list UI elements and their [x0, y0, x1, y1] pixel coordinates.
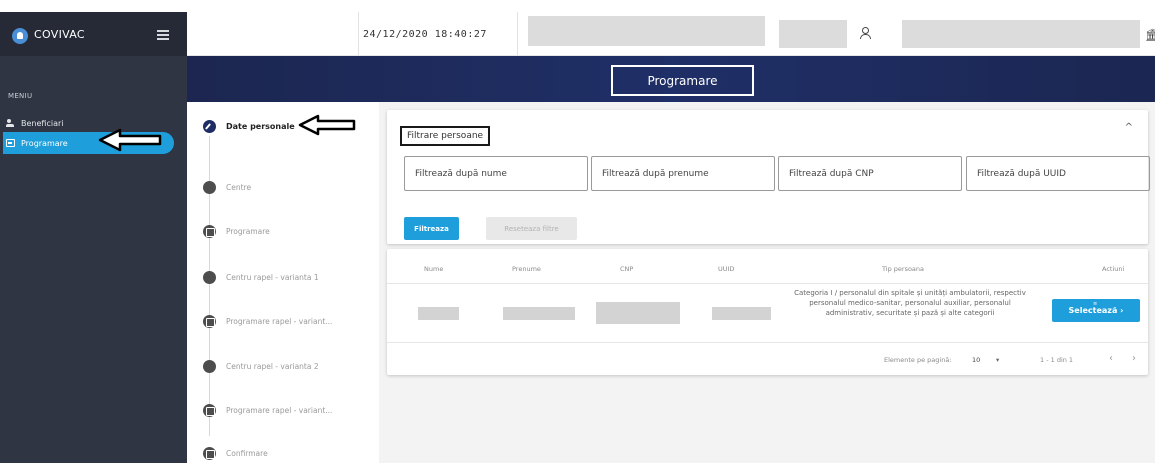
- prev-page-icon[interactable]: ‹: [1109, 353, 1113, 364]
- step-label: Programare rapel - variant...: [226, 405, 333, 415]
- column-header: Prenume: [512, 265, 541, 273]
- step-label: Centre: [226, 182, 252, 192]
- step-date-personale[interactable]: Date personale: [203, 118, 295, 134]
- pagination-range: 1 - 1 din 1: [1040, 356, 1074, 364]
- filter-card: Filtrare persoane ^ Filtrează după nume …: [387, 110, 1150, 244]
- step-programare[interactable]: Programare: [203, 223, 270, 239]
- building-icon: [203, 270, 216, 284]
- chevron-up-icon[interactable]: ^: [1125, 122, 1133, 133]
- stepper: Date personale Centre Programare Centru …: [187, 102, 379, 463]
- sidebar: COVIVAC MENIU Beneficiari Programare: [0, 12, 187, 463]
- header-empty-cell: [187, 12, 359, 56]
- header-redacted-user: [779, 20, 847, 48]
- calendar-icon: [6, 139, 15, 147]
- annotation-arrow-left-icon: [98, 128, 162, 152]
- filter-name-input[interactable]: Filtrează după nume: [404, 156, 588, 191]
- step-centre[interactable]: Centre: [203, 179, 251, 195]
- step-programare-rapel-2[interactable]: Programare rapel - variant...: [203, 402, 332, 418]
- building-icon: [203, 359, 216, 373]
- next-page-icon[interactable]: ›: [1132, 353, 1136, 364]
- header-datetime: 24/12/2020 18:40:27: [363, 29, 487, 40]
- results-table: Nume Prenume CNP UUID Tip persoana Actiu…: [387, 249, 1148, 375]
- sidebar-item-beneficiari[interactable]: Beneficiari: [6, 112, 63, 134]
- logo-icon: [12, 28, 28, 44]
- person-type-cell: Categoria I / personalul din spitale și …: [794, 289, 1026, 317]
- page-title: Programare: [611, 65, 754, 96]
- step-label: Centru rapel - varianta 2: [226, 361, 319, 371]
- per-page-label: Elemente pe pagină:: [884, 356, 952, 364]
- step-label: Centru rapel - varianta 1: [226, 272, 319, 282]
- redacted-name-cell: [418, 307, 459, 320]
- column-header: Nume: [424, 265, 444, 273]
- calendar-icon: [203, 314, 216, 328]
- filter-cnp-input[interactable]: Filtrează după CNP: [778, 156, 962, 191]
- header-redacted-field: [528, 16, 765, 46]
- pencil-icon: [203, 119, 216, 133]
- redacted-cnp-cell: [596, 302, 680, 324]
- calendar-icon: [203, 224, 216, 238]
- sidebar-header: COVIVAC: [0, 12, 187, 56]
- column-header: CNP: [620, 265, 634, 273]
- user-icon[interactable]: [860, 27, 871, 39]
- bank-icon[interactable]: 🏛: [1145, 28, 1155, 42]
- step-label: Programare rapel - variant...: [226, 316, 333, 326]
- column-header: Actiuni: [1102, 265, 1125, 273]
- filter-button[interactable]: Filtreaza: [404, 217, 459, 240]
- app-name: COVIVAC: [34, 28, 85, 41]
- step-label: Confirmare: [226, 448, 268, 458]
- column-header: Tip persoana: [882, 265, 925, 273]
- filter-surname-input[interactable]: Filtrează după prenume: [591, 156, 775, 191]
- step-label: Programare: [226, 226, 270, 236]
- hamburger-menu-icon[interactable]: [157, 30, 169, 40]
- check-icon: [203, 446, 216, 460]
- title-band: Programare: [187, 56, 1155, 102]
- step-centru-rapel-2[interactable]: Centru rapel - varianta 2: [203, 358, 319, 374]
- filter-title[interactable]: Filtrare persoane: [400, 126, 491, 146]
- step-programare-rapel-1[interactable]: Programare rapel - variant...: [203, 313, 332, 329]
- redacted-surname-cell: [503, 307, 575, 320]
- reset-filter-button[interactable]: Reseteaza filtre: [486, 217, 577, 240]
- chevron-down-icon[interactable]: ▾: [996, 356, 999, 364]
- column-header: UUID: [718, 265, 735, 273]
- redacted-uuid-cell: [712, 307, 771, 320]
- users-icon: [6, 119, 15, 127]
- grip-icon: ≡: [1093, 301, 1098, 307]
- step-confirmare[interactable]: Confirmare: [203, 445, 268, 461]
- building-icon: [203, 180, 216, 194]
- annotation-arrow-left-icon: [298, 114, 356, 136]
- step-label: Date personale: [226, 121, 295, 131]
- per-page-select[interactable]: 10: [972, 356, 980, 364]
- select-button-label: Selectează ›: [1068, 306, 1124, 315]
- sidebar-item-label: Beneficiari: [21, 118, 64, 128]
- step-centru-rapel-1[interactable]: Centru rapel - varianta 1: [203, 269, 319, 285]
- header-redacted-institution: [902, 20, 1140, 48]
- top-header: 24/12/2020 18:40:27 🏛: [187, 12, 1155, 56]
- menu-label: MENIU: [8, 92, 33, 100]
- filter-uuid-input[interactable]: Filtrează după UUID: [966, 156, 1150, 191]
- select-button[interactable]: ≡ Selectează ›: [1052, 299, 1140, 322]
- sidebar-item-label: Programare: [21, 138, 68, 148]
- main-content: Filtrare persoane ^ Filtrează după nume …: [379, 102, 1155, 463]
- calendar-icon: [203, 403, 216, 417]
